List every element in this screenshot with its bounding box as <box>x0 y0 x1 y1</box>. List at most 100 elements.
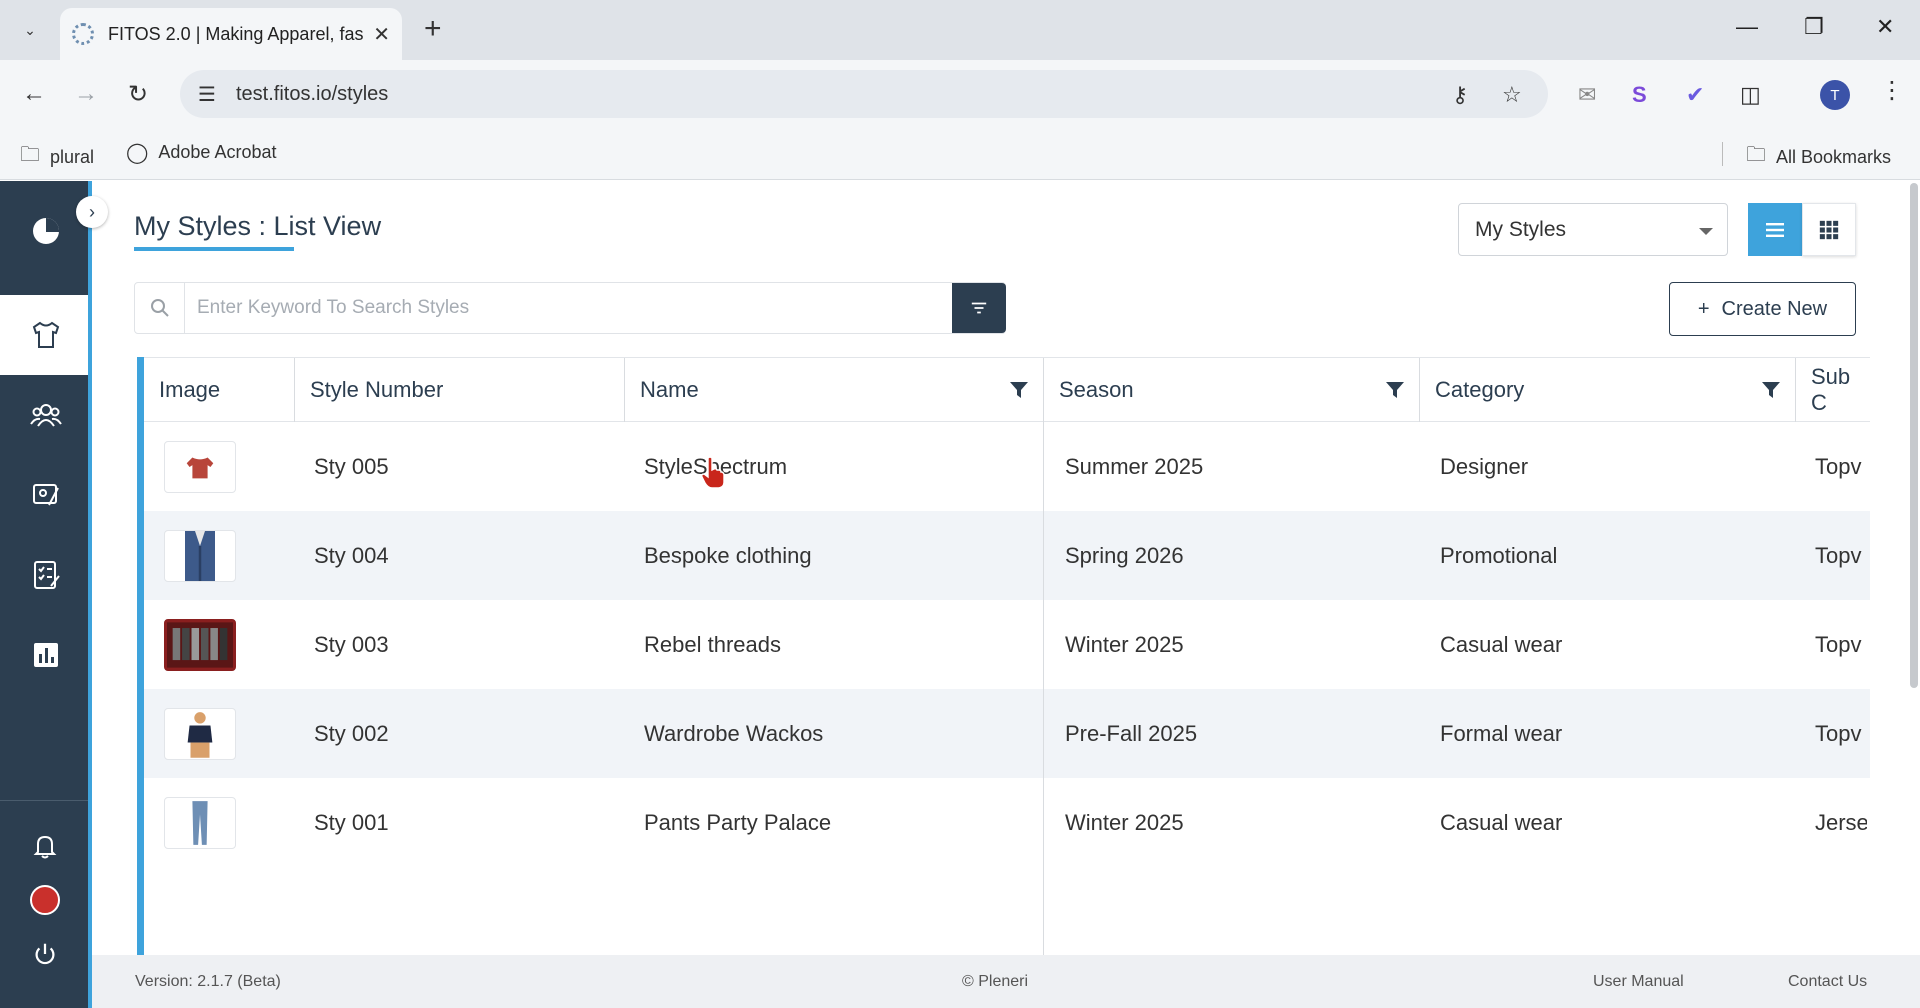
column-header-season[interactable]: Season <box>1044 358 1420 422</box>
column-label: Category <box>1435 377 1525 402</box>
sub-category-cell: Topv <box>1815 631 1862 657</box>
pie-chart-icon <box>33 218 59 244</box>
style-number-cell: Sty 005 <box>314 453 389 479</box>
clothing-rack-image <box>167 622 233 668</box>
folder-icon: 🗀 <box>20 144 40 166</box>
create-new-label: Create New <box>1721 297 1828 320</box>
style-thumbnail[interactable] <box>164 441 236 493</box>
sidebar-item-design[interactable] <box>0 455 92 535</box>
column-filter-icon[interactable] <box>1761 380 1781 400</box>
filter-lines-icon <box>971 302 987 314</box>
column-filter-icon[interactable] <box>1385 380 1405 400</box>
column-header-category[interactable]: Category <box>1420 358 1796 422</box>
column-header-sub-category[interactable]: Sub C <box>1796 358 1870 422</box>
profile-avatar[interactable]: T <box>1820 80 1850 110</box>
minimize-icon[interactable]: — <box>1736 14 1758 40</box>
user-avatar-button[interactable] <box>20 880 70 920</box>
sidebar-accent <box>88 181 92 1008</box>
sidebar-item-team[interactable] <box>0 375 92 455</box>
browser-tab[interactable]: FITOS 2.0 | Making Apparel, fas ✕ <box>60 8 402 60</box>
bookmarks-divider <box>1722 142 1723 166</box>
sidebar-item-styles[interactable] <box>0 295 92 375</box>
password-key-icon[interactable]: ⚷ <box>1452 82 1468 108</box>
avatar <box>30 885 60 915</box>
table-row[interactable]: Sty 001 Pants Party Palace Winter 2025 C… <box>137 778 1870 867</box>
style-thumbnail[interactable] <box>164 619 236 671</box>
page-scrollbar[interactable] <box>1910 183 1918 688</box>
season-cell: Spring 2026 <box>1065 542 1184 568</box>
create-new-button[interactable]: + Create New <box>1669 282 1856 336</box>
style-thumbnail[interactable] <box>164 530 236 582</box>
grid-view-button[interactable] <box>1802 203 1856 256</box>
search-box <box>134 282 1006 334</box>
new-tab-button[interactable]: + <box>424 12 442 46</box>
column-label: Name <box>640 377 699 402</box>
column-filter-icon[interactable] <box>1009 380 1029 400</box>
reload-icon[interactable]: ↻ <box>128 80 148 109</box>
mail-extension-icon[interactable]: ✉ <box>1578 82 1596 108</box>
sidebar-toggle-button[interactable]: › <box>76 196 108 228</box>
list-icon <box>1766 222 1784 237</box>
styles-table: Image Style Number Name Season Category … <box>137 357 1870 955</box>
globe-icon: ◯ <box>126 142 149 164</box>
category-cell: Designer <box>1440 453 1529 479</box>
logout-button[interactable] <box>20 934 70 974</box>
column-label: Style Number <box>310 377 444 402</box>
bookmark-plural[interactable]: 🗀 plural <box>20 140 94 174</box>
filter-button[interactable] <box>952 283 1006 333</box>
styles-scope-select[interactable]: My Styles <box>1458 203 1728 256</box>
back-icon[interactable]: ← <box>22 80 46 108</box>
restore-icon[interactable]: ❐ <box>1804 14 1824 40</box>
style-thumbnail[interactable] <box>164 797 236 849</box>
browser-tab-bar: ⌄ FITOS 2.0 | Making Apparel, fas ✕ + — … <box>0 0 1920 60</box>
close-tab-icon[interactable]: ✕ <box>373 22 390 47</box>
column-header-style-number[interactable]: Style Number <box>295 358 625 422</box>
season-cell: Summer 2025 <box>1065 453 1204 479</box>
bookmark-adobe-acrobat[interactable]: ◯ Adobe Acrobat <box>126 140 276 165</box>
all-bookmarks-button[interactable]: 🗀 All Bookmarks <box>1746 140 1891 174</box>
table-row[interactable]: Sty 004 Bespoke clothing Spring 2026 Pro… <box>137 511 1870 600</box>
category-cell: Promotional <box>1440 542 1558 568</box>
season-cell: Winter 2025 <box>1065 631 1184 657</box>
version-text: Version: 2.1.7 (Beta) <box>135 973 281 990</box>
browser-toolbar: ← → ↻ ☰ test.fitos.io/styles ⚷ ☆ ✉ S ✔ ◫… <box>0 60 1920 130</box>
name-cell: Pants Party Palace <box>644 809 832 835</box>
url-text[interactable]: test.fitos.io/styles <box>236 83 388 106</box>
site-info-icon[interactable]: ☰ <box>198 82 216 107</box>
browser-menu-icon[interactable]: ⋮ <box>1880 76 1904 105</box>
table-row[interactable]: Sty 003 Rebel threads Winter 2025 Casual… <box>137 600 1870 689</box>
column-header-name[interactable]: Name <box>625 358 1044 422</box>
sv-extension-icon[interactable]: S <box>1632 82 1647 108</box>
bookmark-label: plural <box>50 146 95 167</box>
column-label: Image <box>159 377 221 402</box>
category-cell: Casual wear <box>1440 809 1563 835</box>
style-number-cell: Sty 004 <box>314 542 389 568</box>
forward-icon[interactable]: → <box>74 80 98 108</box>
user-manual-link[interactable]: User Manual <box>1593 973 1684 991</box>
all-bookmarks-label: All Bookmarks <box>1776 146 1892 167</box>
select-value: My Styles <box>1475 217 1567 241</box>
name-cell: Wardrobe Wackos <box>644 720 824 746</box>
title-underline <box>134 247 294 251</box>
close-window-icon[interactable]: ✕ <box>1876 14 1894 40</box>
column-header-image[interactable]: Image <box>144 358 295 422</box>
name-cell: Rebel threads <box>644 631 781 657</box>
address-bar[interactable]: ☰ test.fitos.io/styles ⚷ ☆ <box>180 70 1548 118</box>
table-row[interactable]: Sty 005 StyleSpectrum Summer 2025 Design… <box>137 422 1870 511</box>
notifications-button[interactable] <box>20 826 70 866</box>
list-view-button[interactable] <box>1748 203 1802 256</box>
table-row[interactable]: Sty 002 Wardrobe Wackos Pre-Fall 2025 Fo… <box>137 689 1870 778</box>
sidebar-item-reports[interactable] <box>0 615 92 695</box>
checklist-icon <box>34 561 60 589</box>
search-input[interactable] <box>197 295 897 321</box>
contact-us-link[interactable]: Contact Us <box>1788 973 1867 991</box>
column-label: Season <box>1059 377 1134 402</box>
extensions-puzzle-icon[interactable]: ◫ <box>1740 82 1761 108</box>
check-extension-icon[interactable]: ✔ <box>1686 82 1704 108</box>
style-thumbnail[interactable] <box>164 708 236 760</box>
style-number-cell: Sty 002 <box>314 720 389 746</box>
sidebar-item-tasks[interactable] <box>0 535 92 615</box>
tab-search-button[interactable]: ⌄ <box>14 16 46 44</box>
sub-category-cell: Topv <box>1815 720 1862 746</box>
bookmark-star-icon[interactable]: ☆ <box>1502 82 1522 108</box>
